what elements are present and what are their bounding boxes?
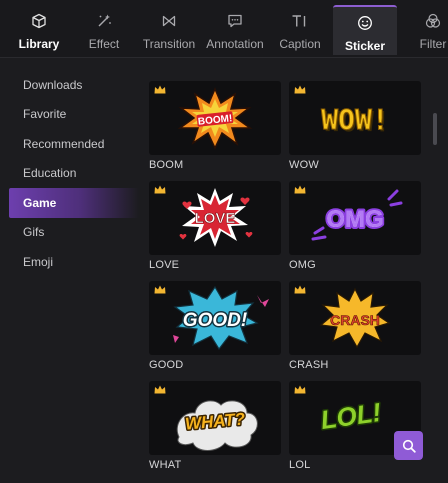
tab-sticker[interactable]: Sticker — [333, 5, 397, 55]
sticker-caption: WOW — [289, 159, 319, 171]
sidebar-item-label: Gifs — [23, 225, 45, 240]
good-sticker-art: GOOD! — [173, 285, 269, 351]
sidebar-item-label: Game — [23, 195, 57, 210]
sticker-caption: OMG — [289, 259, 316, 271]
category-sidebar: Downloads Favorite Recommended Education… — [0, 70, 140, 277]
sidebar-item-label: Recommended — [23, 136, 105, 151]
smiley-icon — [355, 13, 375, 33]
search-icon — [402, 439, 416, 453]
sticker-card-omg[interactable]: OMG OMG OMG — [289, 181, 421, 271]
premium-crown-icon — [154, 285, 166, 294]
cube-icon — [29, 11, 49, 31]
svg-text:CRASH: CRASH — [330, 312, 380, 328]
premium-crown-icon — [294, 85, 306, 94]
boom-sticker-art: BOOM! — [177, 87, 253, 150]
sticker-thumbnail[interactable]: WHAT? — [149, 381, 281, 455]
tab-library[interactable]: Library — [14, 5, 64, 55]
sticker-thumbnail[interactable]: BOOM! — [149, 81, 281, 155]
sidebar-item-label: Education — [23, 166, 77, 181]
what-sticker-art: WHAT? — [176, 400, 258, 451]
tab-transition[interactable]: Transition — [140, 5, 198, 55]
sidebar-item-favorite[interactable]: Favorite — [0, 100, 140, 130]
sidebar-item-label: Favorite — [23, 107, 67, 122]
premium-crown-icon — [294, 385, 306, 394]
sidebar-item-recommended[interactable]: Recommended — [0, 129, 140, 159]
premium-crown-icon — [294, 285, 306, 294]
sticker-thumbnail[interactable]: GOOD! — [149, 281, 281, 355]
tab-filter-label: Filter — [419, 37, 447, 51]
sticker-caption: BOOM — [149, 159, 184, 171]
magic-wand-icon — [94, 11, 114, 31]
svg-text:WOW!: WOW! — [321, 103, 388, 136]
sidebar-item-label: Emoji — [23, 254, 54, 269]
tab-sticker-label: Sticker — [344, 39, 386, 53]
premium-crown-icon — [154, 385, 166, 394]
sidebar-item-downloads[interactable]: Downloads — [0, 70, 140, 100]
crash-sticker-art: CRASH — [319, 287, 391, 349]
tab-annotation-label: Annotation — [206, 37, 264, 51]
tab-transition-label: Transition — [142, 37, 196, 51]
sticker-card-crash[interactable]: CRASH CRASH — [289, 281, 421, 371]
sticker-thumbnail[interactable]: CRASH — [289, 281, 421, 355]
sticker-thumbnail[interactable]: OMG OMG — [289, 181, 421, 255]
search-button[interactable] — [394, 431, 423, 460]
sidebar-item-gifs[interactable]: Gifs — [0, 218, 140, 248]
sticker-card-boom[interactable]: BOOM! BOOM — [149, 81, 281, 171]
premium-crown-icon — [154, 185, 166, 194]
tab-effect[interactable]: Effect — [80, 5, 128, 55]
svg-text:LOVE: LOVE — [195, 210, 236, 227]
sidebar-item-education[interactable]: Education — [0, 159, 140, 189]
sticker-caption: WHAT — [149, 459, 182, 471]
text-caption-icon — [290, 11, 310, 31]
tab-caption[interactable]: Caption — [276, 5, 324, 55]
tab-caption-label: Caption — [279, 37, 321, 51]
love-sticker-art: LOVE — [179, 188, 253, 247]
premium-crown-icon — [294, 185, 306, 194]
svg-text:LOL!: LOL! — [319, 397, 384, 435]
sticker-caption: LOL — [289, 459, 311, 471]
wow-sticker-art: WOW! WOW! — [321, 103, 391, 139]
tab-library-label: Library — [18, 37, 60, 51]
premium-crown-icon — [154, 85, 166, 94]
sticker-caption: GOOD — [149, 359, 184, 371]
speech-bubble-icon — [225, 11, 245, 31]
sidebar-item-game[interactable]: Game — [9, 188, 139, 218]
tab-effect-label: Effect — [88, 37, 120, 51]
sticker-card-good[interactable]: GOOD! GOOD — [149, 281, 281, 371]
filter-circles-icon — [423, 11, 443, 31]
sticker-thumbnail[interactable]: LOVE — [149, 181, 281, 255]
svg-text:GOOD!: GOOD! — [183, 310, 247, 331]
sticker-caption: LOVE — [149, 259, 180, 271]
sidebar-item-label: Downloads — [23, 77, 83, 92]
tab-filter[interactable]: Filter — [413, 5, 448, 55]
tab-bar: Library Effect Transition Annotation Cap… — [0, 0, 448, 58]
sidebar-item-emoji[interactable]: Emoji — [0, 247, 140, 277]
sticker-thumbnail[interactable]: WOW! WOW! — [289, 81, 421, 155]
sticker-card-wow[interactable]: WOW! WOW! WOW — [289, 81, 421, 171]
sticker-card-what[interactable]: WHAT? WHAT — [149, 381, 281, 471]
sticker-caption: CRASH — [289, 359, 329, 371]
tab-annotation[interactable]: Annotation — [204, 5, 266, 55]
omg-sticker-art: OMG OMG — [311, 189, 403, 241]
sticker-card-love[interactable]: LOVE LOVE — [149, 181, 281, 271]
scrollbar-thumb[interactable] — [433, 113, 437, 145]
transition-bowtie-icon — [159, 11, 179, 31]
svg-text:OMG: OMG — [326, 206, 383, 233]
